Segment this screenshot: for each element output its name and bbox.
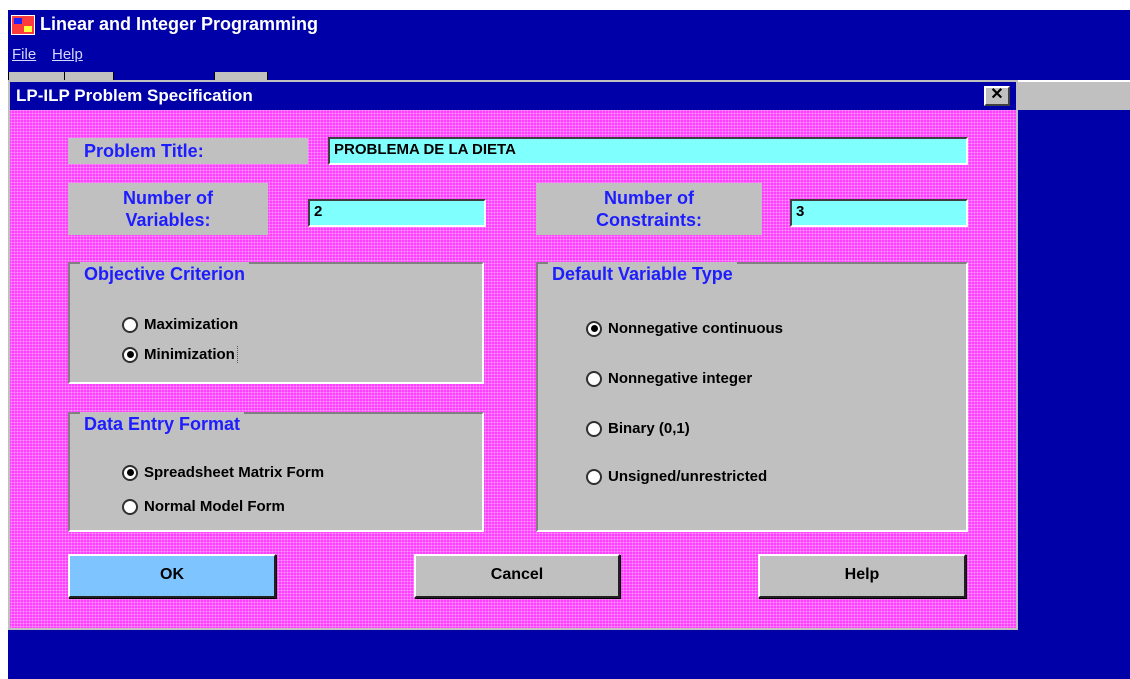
radio-minimization-label: Minimization [144, 346, 238, 363]
dialog-title: LP-ILP Problem Specification [16, 86, 253, 105]
default-variable-type-group: Default Variable Type Nonnegative contin… [536, 262, 968, 532]
num-variables-label: Number of Variables: [68, 183, 268, 235]
num-variables-input[interactable]: 2 [308, 199, 486, 227]
radio-button-icon[interactable] [122, 316, 138, 333]
radio-binary[interactable]: Binary (0,1) [586, 420, 690, 437]
num-variables-label-line1: Number of [123, 188, 213, 208]
menu-bar: File Help [8, 38, 1130, 72]
radio-nonnegative-continuous[interactable]: Nonnegative continuous [586, 320, 783, 337]
num-constraints-label-line2: Constraints: [595, 210, 702, 230]
num-constraints-label-line1: Number of [604, 188, 694, 208]
radio-button-icon[interactable] [586, 420, 602, 437]
radio-spreadsheet-matrix-label: Spreadsheet Matrix Form [144, 464, 325, 481]
radio-maximization-label: Maximization [144, 316, 239, 333]
num-constraints-input[interactable]: 3 [790, 199, 968, 227]
num-variables-label-line2: Variables: [125, 210, 211, 230]
radio-minimization[interactable]: Minimization [122, 346, 238, 363]
radio-binary-label: Binary (0,1) [608, 420, 690, 437]
app-title: Linear and Integer Programming [40, 14, 319, 34]
problem-title-input[interactable]: PROBLEMA DE LA DIETA [328, 137, 968, 165]
objective-criterion-group: Objective Criterion Maximization Minimiz… [68, 262, 484, 384]
radio-unsigned-unrestricted-label: Unsigned/unrestricted [608, 468, 768, 485]
problem-spec-dialog: LP-ILP Problem Specification ✕ Problem T… [8, 80, 1018, 630]
num-constraints-label: Number of Constraints: [536, 183, 762, 235]
data-entry-format-title: Data Entry Format [80, 412, 245, 436]
default-variable-type-title: Default Variable Type [548, 262, 737, 286]
radio-button-selected-icon[interactable] [122, 464, 138, 481]
data-entry-format-group: Data Entry Format Spreadsheet Matrix For… [68, 412, 484, 532]
dialog-title-bar: LP-ILP Problem Specification ✕ [10, 82, 1016, 110]
radio-nonnegative-integer-label: Nonnegative integer [608, 370, 753, 387]
ok-button[interactable]: OK [68, 554, 276, 598]
radio-button-selected-icon[interactable] [122, 346, 138, 363]
radio-button-icon[interactable] [586, 468, 602, 485]
radio-normal-model[interactable]: Normal Model Form [122, 498, 285, 515]
menu-file[interactable]: File [12, 46, 36, 63]
cancel-button[interactable]: Cancel [414, 554, 620, 598]
app-title-bar: Linear and Integer Programming [8, 10, 1130, 38]
radio-unsigned-unrestricted[interactable]: Unsigned/unrestricted [586, 468, 767, 485]
objective-criterion-title: Objective Criterion [80, 262, 250, 286]
background-panel [1018, 80, 1130, 113]
radio-nonnegative-integer[interactable]: Nonnegative integer [586, 370, 752, 387]
radio-spreadsheet-matrix[interactable]: Spreadsheet Matrix Form [122, 464, 324, 481]
app-logo-icon [11, 15, 35, 35]
problem-title-label: Problem Title: [68, 138, 308, 164]
radio-nonnegative-continuous-label: Nonnegative continuous [608, 320, 784, 337]
radio-button-selected-icon[interactable] [586, 320, 602, 337]
radio-maximization[interactable]: Maximization [122, 316, 238, 333]
help-button[interactable]: Help [758, 554, 966, 598]
close-icon[interactable]: ✕ [984, 86, 1010, 106]
radio-button-icon[interactable] [122, 498, 138, 515]
radio-normal-model-label: Normal Model Form [144, 498, 285, 515]
menu-help[interactable]: Help [52, 46, 83, 63]
radio-button-icon[interactable] [586, 370, 602, 387]
